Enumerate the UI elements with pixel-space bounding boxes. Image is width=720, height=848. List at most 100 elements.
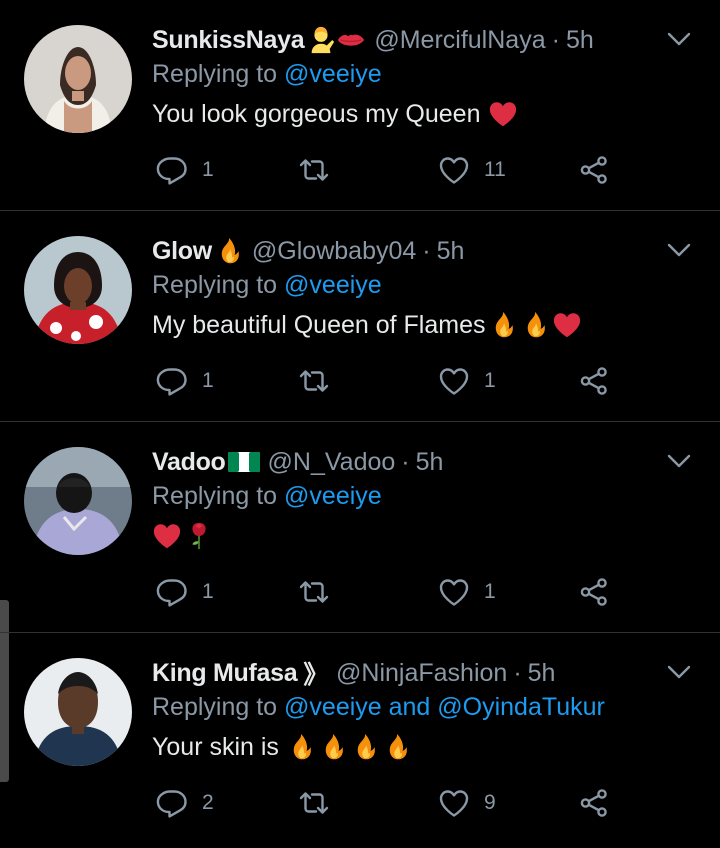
tweet-text: My beautiful Queen of Flames [152,310,582,340]
user-handle[interactable]: @N_Vadoo [268,448,396,477]
fire-emoji [214,236,244,266]
tweet-text-content: You look gorgeous my Queen [152,99,481,128]
red-heart-emoji [152,521,182,551]
mention-link[interactable]: @veeiye [284,60,382,88]
retweet-button[interactable] [298,154,330,186]
reply-count: 1 [202,369,214,392]
chevron-down-icon[interactable] [666,237,692,263]
chevron-down-icon[interactable] [666,26,692,52]
display-name[interactable]: Glow [152,237,212,266]
reply-button[interactable]: 1 [156,576,214,608]
name-emojis [306,25,366,55]
user-handle[interactable]: @Glowbaby04 [252,237,416,266]
reply-icon [156,787,188,819]
retweet-icon [298,787,330,819]
reply-button[interactable]: 1 [156,365,214,397]
share-button[interactable] [578,154,610,186]
tweet-header: Glow @Glowbaby04 · 5h [152,233,464,269]
fire-emoji [350,732,380,762]
display-name[interactable]: King Mufasa [152,659,298,688]
like-count: 11 [484,158,506,181]
tweet-reply[interactable]: Glow @Glowbaby04 · 5h Replying to @veeiy… [0,211,720,422]
chevron-down-icon[interactable] [666,448,692,474]
replying-to: Replying to @veeiye [152,482,382,511]
chevron-down-icon[interactable] [666,659,692,685]
retweet-button[interactable] [298,365,330,397]
action-bar: 1 11 [0,152,720,192]
name-emojis [228,450,260,474]
timestamp[interactable]: 5h [528,659,556,688]
share-button[interactable] [578,365,610,397]
heart-icon [438,154,470,186]
replying-prefix: Replying to [152,693,285,721]
timestamp[interactable]: 5h [437,237,465,266]
like-button[interactable]: 1 [438,576,496,608]
retweet-button[interactable] [298,576,330,608]
retweet-button[interactable] [298,787,330,819]
share-icon [578,787,610,819]
mention-link[interactable]: @veeiye [284,482,382,510]
replying-prefix: Replying to [152,271,285,299]
tweet-reply[interactable]: SunkissNaya @MercifulNaya · 5h Replying … [0,0,720,211]
mention-link[interactable]: @veeiye [284,271,382,299]
like-count: 9 [484,791,496,814]
reply-icon [156,154,188,186]
replying-to: Replying to @veeiye [152,271,382,300]
replying-to: Replying to @veeiye and @OyindaTukur [152,693,605,722]
avatar[interactable] [24,25,132,133]
user-handle[interactable]: @MercifulNaya [374,26,545,55]
separator: · [422,236,431,265]
replying-to: Replying to @veeiye [152,60,382,89]
like-button[interactable]: 11 [438,154,506,186]
separator: · [551,25,560,54]
display-name[interactable]: Vadoo [152,448,226,477]
heart-icon [438,787,470,819]
nigeria-flag-emoji [228,450,260,474]
fire-emoji [520,310,550,340]
share-icon [578,365,610,397]
display-name-suffix: 》 [303,661,329,689]
reply-icon [156,365,188,397]
tweet-reply[interactable]: King Mufasa 》 @NinjaFashion · 5h Replyin… [0,633,720,844]
replying-prefix: Replying to [152,482,285,510]
name-emojis [214,236,244,266]
reply-count: 1 [202,158,214,181]
heart-icon [438,365,470,397]
red-heart-emoji [488,99,518,129]
fire-emoji [286,732,316,762]
mention-link[interactable]: @veeiye and @OyindaTukur [284,693,605,721]
timestamp[interactable]: 5h [416,448,444,477]
fire-emoji [488,310,518,340]
avatar[interactable] [24,658,132,766]
reply-button[interactable]: 2 [156,787,214,819]
share-button[interactable] [578,787,610,819]
share-button[interactable] [578,576,610,608]
avatar[interactable] [24,447,132,555]
like-button[interactable]: 1 [438,365,496,397]
like-count: 1 [484,369,496,392]
action-bar: 2 9 [0,785,720,825]
tweet-reply[interactable]: Vadoo @N_Vadoo · 5h Replying to @veeiye … [0,422,720,633]
timestamp[interactable]: 5h [566,26,594,55]
tweet-text: Your skin is [152,732,412,762]
retweet-icon [298,576,330,608]
reply-button[interactable]: 1 [156,154,214,186]
heart-icon [438,576,470,608]
retweet-icon [298,365,330,397]
kiss-mark-emoji [336,25,366,55]
replying-prefix: Replying to [152,60,285,88]
tweet-text-content: Your skin is [152,732,286,761]
avatar[interactable] [24,236,132,344]
reply-count: 1 [202,580,214,603]
text-emojis [488,99,518,129]
share-icon [578,154,610,186]
display-name[interactable]: SunkissNaya [152,26,305,55]
tweet-text-content: My beautiful Queen of Flames [152,310,486,339]
action-bar: 1 1 [0,363,720,403]
text-emojis [488,310,582,340]
user-handle[interactable]: @NinjaFashion [336,659,507,688]
share-icon [578,576,610,608]
reply-icon [156,576,188,608]
reply-count: 2 [202,791,214,814]
like-button[interactable]: 9 [438,787,496,819]
